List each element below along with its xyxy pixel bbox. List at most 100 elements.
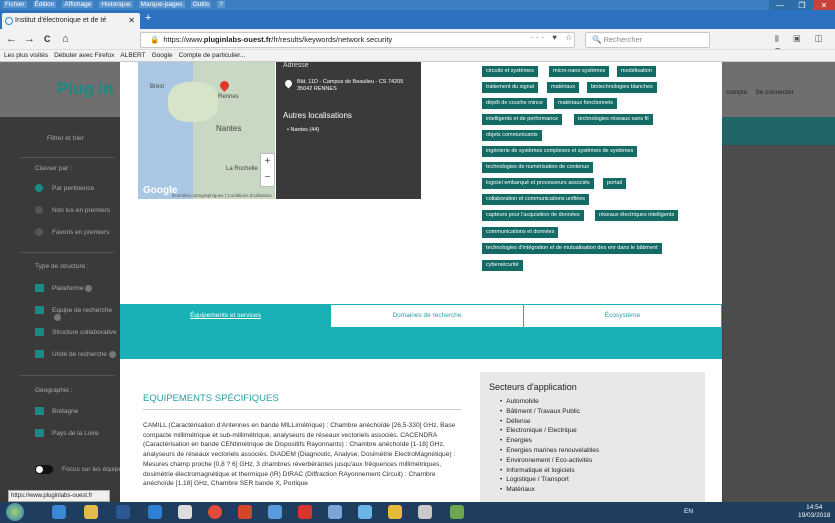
- header-links: compte Se connecter: [726, 89, 802, 96]
- clock-time: 14:54: [806, 504, 823, 511]
- calculator-icon[interactable]: [178, 505, 192, 519]
- keyword-tag[interactable]: technologies d'intégration et de mutuali…: [482, 243, 662, 254]
- chrome-icon[interactable]: [208, 505, 222, 519]
- menu-help[interactable]: ?: [217, 1, 225, 8]
- keyword-tag[interactable]: ingénierie de systèmes complexes et syst…: [482, 146, 638, 157]
- tab-domaines[interactable]: Domaines de recherche: [331, 305, 523, 327]
- outlook-icon[interactable]: [148, 505, 162, 519]
- keyword-tag[interactable]: matériaux fonctionnels: [554, 98, 618, 109]
- info-icon: [108, 351, 116, 358]
- page-actions-icon[interactable]: ··· ♥ ☆: [530, 33, 575, 42]
- acrobat-icon[interactable]: [298, 505, 312, 519]
- menu-historique[interactable]: Historique: [99, 1, 133, 8]
- checkbox-structure[interactable]: [35, 328, 44, 336]
- bookmark-albert[interactable]: ALBERT: [120, 52, 145, 59]
- keyword-tag[interactable]: technologies réseaux sans fil: [574, 114, 653, 125]
- home-icon[interactable]: ⌂: [62, 33, 69, 46]
- word-icon[interactable]: [116, 505, 130, 519]
- keyword-tag[interactable]: technologies de numérisation de contenus: [482, 162, 594, 173]
- menu-marque-pages[interactable]: Marque-pages: [138, 1, 185, 8]
- map-credits[interactable]: Données cartographiques | Conditions d'u…: [172, 193, 272, 198]
- keyword-tag[interactable]: capteurs pour l'acquisition de données: [482, 210, 584, 221]
- checkbox-plateforme[interactable]: [35, 284, 44, 292]
- equipment-title: EQUIPEMENTS SPÉCIFIQUES: [143, 393, 279, 404]
- start-button[interactable]: [6, 503, 24, 521]
- url-domain: pluginlabs-ouest.fr: [203, 35, 272, 44]
- bookmark-firefox[interactable]: Débuter avec Firefox: [54, 52, 114, 59]
- keyword-tag[interactable]: cybersécurité: [482, 260, 523, 271]
- lock-icon: 🔒: [150, 35, 160, 44]
- other-location-item: • Nantes (44): [287, 127, 320, 133]
- account-link[interactable]: compte: [726, 89, 747, 96]
- txc-icon[interactable]: [450, 505, 464, 519]
- divider: [20, 157, 115, 158]
- network-icon[interactable]: [268, 505, 282, 519]
- explorer-icon[interactable]: [84, 505, 98, 519]
- keyword-tag[interactable]: dépôt de couche mince: [482, 98, 547, 109]
- system-tray[interactable]: EN: [684, 508, 693, 515]
- keyword-tag[interactable]: portail: [603, 178, 626, 189]
- map-label: Nantes: [216, 124, 242, 133]
- site-logo[interactable]: Plug in: [57, 79, 114, 99]
- list-item: Bâtiment / Travaux Public: [500, 407, 599, 417]
- radio-non-lus[interactable]: [35, 206, 43, 214]
- forward-icon[interactable]: →: [24, 33, 35, 46]
- focus-toggle[interactable]: [35, 465, 53, 474]
- checkbox-bretagne[interactable]: [35, 407, 44, 415]
- checkbox-unite[interactable]: [35, 350, 44, 358]
- type-option-label: Structure collaborative: [52, 329, 117, 336]
- app-icon[interactable]: [388, 505, 402, 519]
- tab-equipements[interactable]: Équipements et services: [121, 305, 330, 327]
- keyword-tag[interactable]: réseaux électriques intelligents: [595, 210, 679, 221]
- tab-ecosysteme[interactable]: Écosystème: [524, 305, 721, 327]
- keyword-tag[interactable]: traitement du signal: [482, 82, 538, 93]
- map-label: Rennes: [218, 94, 239, 100]
- zoom-in-button[interactable]: +: [261, 154, 274, 170]
- menu-edition[interactable]: Édition: [32, 1, 57, 8]
- reload-icon[interactable]: C: [44, 33, 51, 46]
- search-input[interactable]: 🔍 Rechercher: [585, 32, 710, 48]
- login-link[interactable]: Se connecter: [755, 89, 793, 96]
- menu-fichier[interactable]: Fichier: [3, 1, 27, 8]
- keyword-tag[interactable]: intelligents et de performance: [482, 114, 563, 125]
- app-icon[interactable]: [328, 505, 342, 519]
- bookmark-compte[interactable]: Compte de particulier...: [179, 52, 246, 59]
- radio-favoris[interactable]: [35, 228, 43, 236]
- list-item: Logistique / Transport: [500, 475, 599, 485]
- keyword-tag[interactable]: objets communicants: [482, 130, 542, 141]
- app-icon[interactable]: [358, 505, 372, 519]
- bookmarks-bar: Les plus visités Débuter avec Firefox ALBE…: [0, 50, 835, 62]
- powerpoint-icon[interactable]: [238, 505, 252, 519]
- radio-pertinence[interactable]: [35, 184, 43, 192]
- url-prefix: https://www.: [163, 35, 204, 44]
- browser-tab[interactable]: Institut d'électronique et de té ✕: [2, 13, 140, 29]
- keyword-tag[interactable]: collaboration et communications unifiées: [482, 194, 590, 205]
- keyword-tag[interactable]: modélisation: [617, 66, 656, 77]
- list-item: Environnement / Eco-activités: [500, 456, 599, 466]
- bookmark-most-visited[interactable]: Les plus visités: [4, 52, 48, 59]
- checkbox-pays-de-la-loire[interactable]: [35, 429, 44, 437]
- close-tab-icon[interactable]: ✕: [128, 13, 135, 29]
- checkbox-equipe[interactable]: [35, 306, 44, 314]
- ie-icon[interactable]: [52, 505, 66, 519]
- clock[interactable]: 14:54 19/03/2018: [798, 504, 831, 520]
- menu-outils[interactable]: Outils: [190, 1, 212, 8]
- address-bar[interactable]: 🔒 https://www.pluginlabs-ouest.fr/fr/resu…: [140, 32, 575, 48]
- bookmark-google[interactable]: Google: [152, 52, 173, 59]
- keyword-tag[interactable]: micro-nano systèmes: [549, 66, 610, 77]
- keyword-tag[interactable]: biotechnologies blanches: [587, 82, 657, 93]
- keyword-tag[interactable]: communications et données: [482, 227, 559, 238]
- keyword-tag[interactable]: circuits et systèmes: [482, 66, 538, 77]
- sort-label: Classer par :: [35, 165, 72, 172]
- menu-affichage[interactable]: Affichage: [62, 1, 94, 8]
- sort-option-label: Non lus en premiers: [52, 207, 111, 214]
- map[interactable]: Brest Rennes Nantes La Rochelle: [138, 62, 275, 199]
- keyword-tag[interactable]: logiciel embarqué et processeurs associé…: [482, 178, 594, 189]
- info-icon: [85, 285, 93, 292]
- new-tab-button[interactable]: +: [145, 12, 151, 24]
- app-icon[interactable]: [418, 505, 432, 519]
- zoom-out-button[interactable]: −: [261, 170, 274, 186]
- address-line: Bât. 11D - Campus de Beaulieu - CS 74205: [297, 79, 404, 85]
- keyword-tag[interactable]: matériaux: [547, 82, 580, 93]
- back-icon[interactable]: ←: [6, 33, 17, 46]
